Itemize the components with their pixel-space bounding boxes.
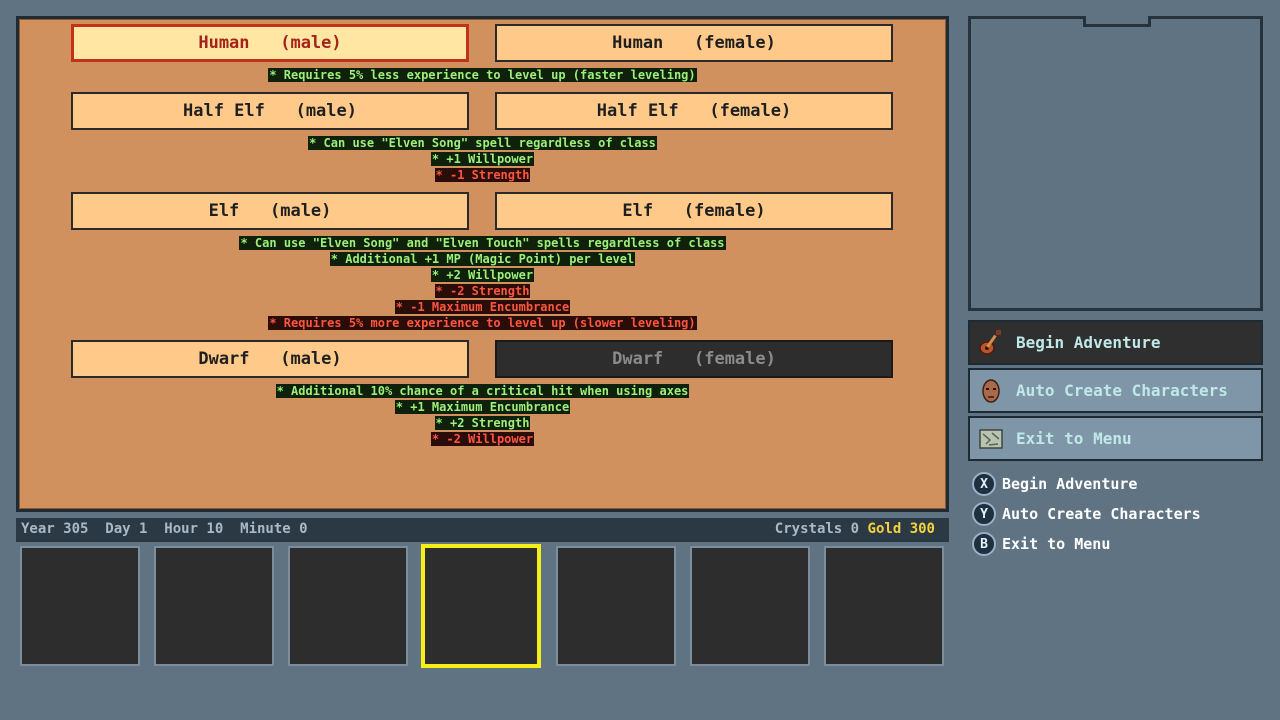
trait-bonus: * Can use "Elven Song" spell regardless … bbox=[308, 136, 657, 150]
x-button-icon: X bbox=[972, 472, 996, 496]
trait-penalty: * Requires 5% more experience to level u… bbox=[268, 316, 697, 330]
party-slot[interactable] bbox=[288, 546, 408, 666]
auto-create-characters-label: Auto Create Characters bbox=[1016, 381, 1228, 400]
trait-penalty: * -1 Strength bbox=[434, 168, 531, 182]
race-traits-human: * Requires 5% less experience to level u… bbox=[20, 66, 945, 82]
crystals-label: Crystals bbox=[774, 521, 843, 537]
hint-begin-adventure[interactable]: X Begin Adventure bbox=[972, 470, 1137, 498]
exit-to-menu-button[interactable]: Exit to Menu bbox=[968, 416, 1263, 461]
race-button-elf-male[interactable]: Elf (male) bbox=[71, 192, 469, 230]
face-icon bbox=[976, 376, 1006, 406]
race-traits-dwarf: * Additional 10% chance of a critical hi… bbox=[20, 382, 945, 446]
exit-to-menu-label: Exit to Menu bbox=[1016, 429, 1132, 448]
race-button-human-male[interactable]: Human (male) bbox=[71, 24, 469, 62]
crystals-value: 0 bbox=[850, 521, 860, 537]
hint-label: Begin Adventure bbox=[1002, 475, 1138, 493]
trait-bonus: * +1 Willpower bbox=[430, 152, 535, 166]
begin-adventure-button[interactable]: Begin Adventure bbox=[968, 320, 1263, 365]
trait-penalty: * -2 Strength bbox=[434, 284, 531, 298]
character-portrait-frame bbox=[968, 16, 1263, 311]
race-traits-elf: * Can use "Elven Song" and "Elven Touch"… bbox=[20, 234, 945, 330]
race-button-human-female[interactable]: Human (female) bbox=[495, 24, 893, 62]
auto-create-characters-button[interactable]: Auto Create Characters bbox=[968, 368, 1263, 413]
party-slot[interactable] bbox=[154, 546, 274, 666]
trait-penalty: * -1 Maximum Encumbrance bbox=[394, 300, 571, 314]
trait-bonus: * +2 Willpower bbox=[430, 268, 535, 282]
map-icon bbox=[976, 424, 1006, 454]
game-time: Year 305 Day 1 Hour 10 Minute 0 bbox=[21, 521, 308, 537]
race-button-dwarf-male[interactable]: Dwarf (male) bbox=[71, 340, 469, 378]
portrait-notch bbox=[1083, 16, 1151, 27]
party-slot[interactable] bbox=[421, 544, 541, 668]
trait-bonus: * +1 Maximum Encumbrance bbox=[394, 400, 571, 414]
race-button-halfelf-male[interactable]: Half Elf (male) bbox=[71, 92, 469, 130]
gold-value: 300 bbox=[909, 521, 935, 537]
begin-adventure-label: Begin Adventure bbox=[1016, 333, 1161, 352]
party-slot[interactable] bbox=[824, 546, 944, 666]
party-slot[interactable] bbox=[20, 546, 140, 666]
hint-label: Auto Create Characters bbox=[1002, 505, 1201, 523]
party-slot[interactable] bbox=[556, 546, 676, 666]
trait-penalty: * -2 Willpower bbox=[430, 432, 535, 446]
gold-label: Gold bbox=[867, 521, 902, 537]
race-traits-halfelf: * Can use "Elven Song" spell regardless … bbox=[20, 134, 945, 182]
lute-icon bbox=[976, 328, 1006, 358]
hint-exit-to-menu[interactable]: B Exit to Menu bbox=[972, 530, 1110, 558]
race-button-halfelf-female[interactable]: Half Elf (female) bbox=[495, 92, 893, 130]
party-slot[interactable] bbox=[690, 546, 810, 666]
status-bar: Year 305 Day 1 Hour 10 Minute 0 Crystals… bbox=[16, 518, 949, 542]
trait-bonus: * Additional 10% chance of a critical hi… bbox=[275, 384, 690, 398]
trait-bonus: * Can use "Elven Song" and "Elven Touch"… bbox=[239, 236, 726, 250]
trait-bonus: * +2 Strength bbox=[434, 416, 531, 430]
y-button-icon: Y bbox=[972, 502, 996, 526]
race-button-dwarf-female[interactable]: Dwarf (female) bbox=[495, 340, 893, 378]
race-button-elf-female[interactable]: Elf (female) bbox=[495, 192, 893, 230]
trait-bonus: * Requires 5% less experience to level u… bbox=[268, 68, 697, 82]
currency-readout: Crystals 0 Gold 300 bbox=[775, 521, 935, 537]
hint-auto-create[interactable]: Y Auto Create Characters bbox=[972, 500, 1201, 528]
race-selection-inner: Human (male) Human (female) * Requires 5… bbox=[19, 19, 946, 509]
b-button-icon: B bbox=[972, 532, 996, 556]
race-selection-panel: Human (male) Human (female) * Requires 5… bbox=[16, 16, 949, 512]
hint-label: Exit to Menu bbox=[1002, 535, 1111, 553]
trait-bonus: * Additional +1 MP (Magic Point) per lev… bbox=[329, 252, 636, 266]
